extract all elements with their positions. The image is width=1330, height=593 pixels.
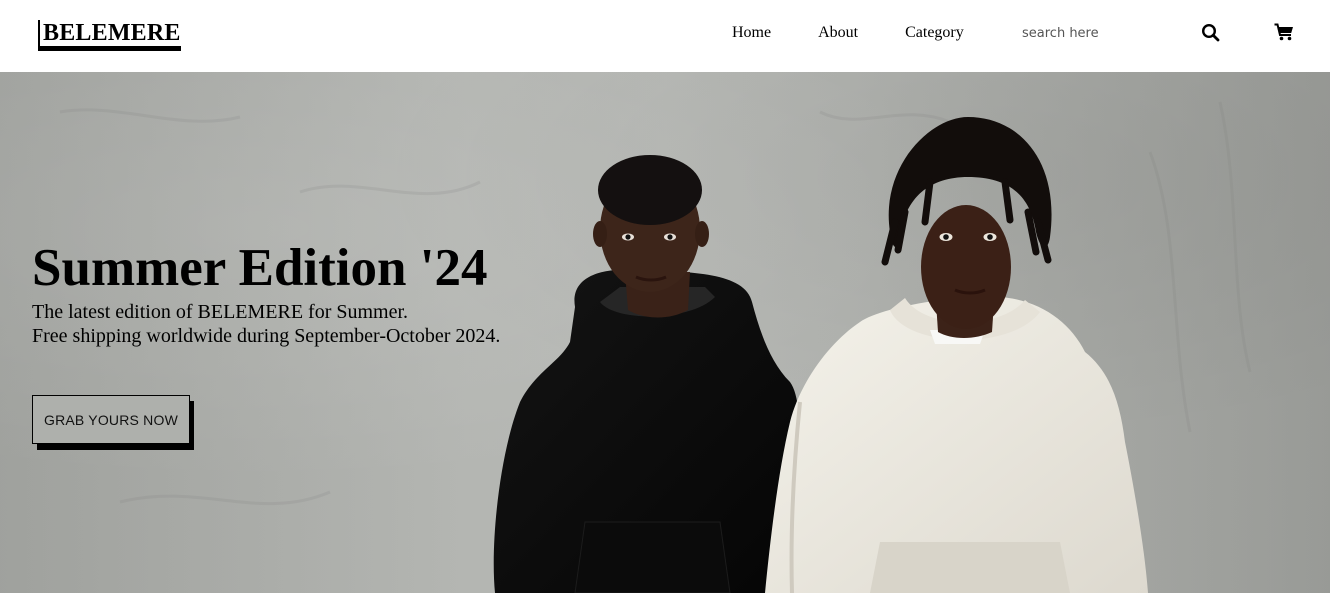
hero-subtitle-line1: The latest edition of BELEMERE for Summe… [32, 301, 409, 323]
grab-yours-now-button[interactable]: GRAB YOURS NOW [32, 395, 190, 444]
cart-icon[interactable] [1273, 21, 1295, 43]
hero-text: Summer Edition '24 The latest edition of… [32, 240, 500, 348]
search-icon[interactable] [1200, 22, 1222, 44]
hero-subtitle-line2: Free shipping worldwide during September… [32, 325, 501, 347]
nav-link-category[interactable]: Category [905, 24, 964, 42]
hero-title: Summer Edition '24 [32, 239, 488, 297]
brand-logo[interactable]: BELEMERE [38, 20, 181, 51]
search-input[interactable] [1011, 18, 1191, 48]
nav-link-about[interactable]: About [818, 24, 858, 42]
site-header: BELEMERE Home About Category [0, 0, 1330, 72]
main-nav: Home About Category [732, 24, 1011, 42]
hero-banner: Summer Edition '24 The latest edition of… [0, 72, 1330, 593]
cta-wrapper: GRAB YOURS NOW [32, 395, 194, 450]
nav-link-home[interactable]: Home [732, 24, 771, 42]
